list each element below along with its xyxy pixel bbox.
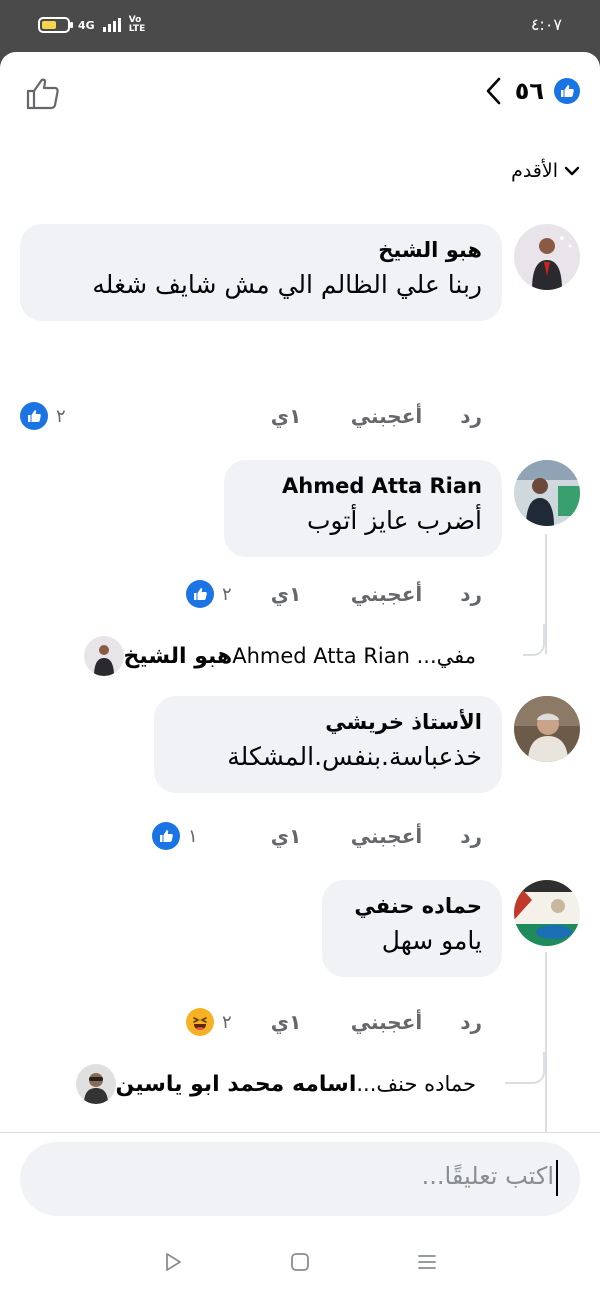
system-navbar	[0, 1224, 600, 1300]
avatar[interactable]	[514, 460, 580, 526]
volte-label: Vo LTE	[128, 15, 146, 34]
comment-author[interactable]: حماده حنفي	[342, 894, 482, 918]
comment-actions: ١ي أعجبني رد	[271, 1010, 482, 1034]
comment-placeholder: اكتب تعليقًا...	[421, 1162, 554, 1190]
reply-action[interactable]: رد	[460, 1010, 482, 1034]
comment-text: يامو سهل	[381, 926, 482, 955]
like-reaction-icon	[20, 402, 48, 430]
comment-time: ١ي	[270, 582, 302, 606]
play-back-icon[interactable]	[158, 1247, 188, 1277]
text-caret	[556, 1160, 558, 1196]
comment-author[interactable]: Ahmed Atta Rian	[244, 474, 482, 498]
comment-bubble[interactable]: Ahmed Atta Rian أضرب عايز أتوب	[224, 460, 502, 557]
comment-author[interactable]: هبو الشيخ	[40, 238, 482, 262]
haha-reaction-icon	[186, 1008, 214, 1036]
reply-text: حماده حنف...	[356, 1072, 476, 1096]
comment-bubble[interactable]: الأستاذ خريشي خذعباسة.بنفس.المشكلة	[154, 696, 502, 793]
comment-3: الأستاذ خريشي خذعباسة.بنفس.المشكلة	[154, 696, 580, 793]
thread-line	[545, 952, 547, 1132]
sort-label: الأقدم	[511, 160, 558, 182]
comment-reactions[interactable]: ٢	[186, 580, 232, 608]
comment-time: ١ي	[270, 824, 302, 848]
reply-text: مفي... Ahmed Atta Rian	[232, 644, 476, 668]
thread-connector	[505, 1052, 545, 1084]
comment-actions: ١ي أعجبني رد	[271, 404, 482, 428]
sort-dropdown[interactable]: الأقدم	[511, 160, 580, 182]
reaction-count: ٥٦	[514, 77, 544, 105]
reply-action[interactable]: رد	[460, 824, 482, 848]
comment-actions: ١ي أعجبني رد	[271, 582, 482, 606]
composer-divider	[0, 1132, 600, 1133]
avatar[interactable]	[514, 696, 580, 762]
network-type: 4G	[78, 18, 95, 32]
like-reaction-icon	[152, 822, 180, 850]
comment-bubble[interactable]: هبو الشيخ ربنا علي الظالم الي مش شايف شغ…	[20, 224, 502, 321]
like-action[interactable]: أعجبني	[351, 404, 423, 428]
comment-1: هبو الشيخ ربنا علي الظالم الي مش شايف شغ…	[20, 224, 580, 321]
status-icons: 4G Vo LTE	[38, 16, 145, 34]
comment-time: ١ي	[270, 404, 302, 428]
thumbs-up-icon[interactable]	[24, 74, 62, 112]
comment-text: أضرب عايز أتوب	[306, 506, 482, 535]
sheet-header: ٥٦	[0, 52, 600, 136]
reaction-summary[interactable]: ٥٦	[483, 76, 580, 106]
signal-bars-icon	[102, 18, 121, 32]
comment-text: ربنا علي الظالم الي مش شايف شغله	[92, 270, 482, 299]
reply-author: هبو الشيخ	[123, 643, 233, 669]
comment-text: خذعباسة.بنفس.المشكلة	[227, 742, 482, 771]
reply-author: اسامه محمد ابو ياسين	[115, 1071, 357, 1097]
chevron-down-icon	[564, 166, 580, 176]
comment-bubble[interactable]: حماده حنفي يامو سهل	[322, 880, 502, 977]
avatar[interactable]	[514, 224, 580, 290]
comment-reactions[interactable]: ٢	[20, 402, 66, 430]
like-action[interactable]: أعجبني	[351, 824, 423, 848]
avatar[interactable]	[83, 636, 124, 676]
status-clock: ٤:٠٧	[530, 15, 562, 34]
like-reaction-icon	[186, 580, 214, 608]
reply-preview[interactable]: هبو الشيخ مفي... Ahmed Atta Rian	[70, 636, 484, 676]
battery-icon	[38, 17, 73, 33]
comment-reactions[interactable]: ١	[152, 822, 198, 850]
thread-connector	[523, 624, 545, 656]
thread-line	[545, 534, 547, 654]
reply-action[interactable]: رد	[460, 582, 482, 606]
avatar[interactable]	[75, 1064, 116, 1104]
comments-sheet: ٥٦ الأقدم هبو الشيخ ربنا علي الظالم الي …	[0, 52, 600, 1300]
like-action[interactable]: أعجبني	[351, 582, 423, 606]
comment-4: حماده حنفي يامو سهل	[322, 880, 580, 977]
comment-author[interactable]: الأستاذ خريشي	[174, 710, 482, 734]
reaction-count: ٢	[56, 405, 66, 427]
menu-lines-icon[interactable]	[412, 1247, 442, 1277]
like-action[interactable]: أعجبني	[351, 1010, 423, 1034]
like-badge-icon	[554, 78, 580, 104]
comment-2: Ahmed Atta Rian أضرب عايز أتوب	[224, 460, 580, 557]
square-home-icon[interactable]	[285, 1247, 315, 1277]
chevron-left-icon[interactable]	[483, 76, 505, 106]
comment-time: ١ي	[270, 1010, 302, 1034]
reply-action[interactable]: رد	[460, 404, 482, 428]
status-bar: 4G Vo LTE ٤:٠٧	[0, 0, 600, 52]
comment-actions: ١ي أعجبني رد	[271, 824, 482, 848]
reaction-count: ١	[188, 825, 198, 847]
reply-preview[interactable]: اسامه محمد ابو ياسين حماده حنف...	[62, 1064, 484, 1104]
reaction-count: ٢	[222, 583, 232, 605]
reaction-count: ٢	[222, 1011, 232, 1033]
comment-reactions[interactable]: ٢	[186, 1008, 232, 1036]
avatar[interactable]	[514, 880, 580, 946]
comment-input[interactable]: اكتب تعليقًا...	[20, 1142, 580, 1216]
